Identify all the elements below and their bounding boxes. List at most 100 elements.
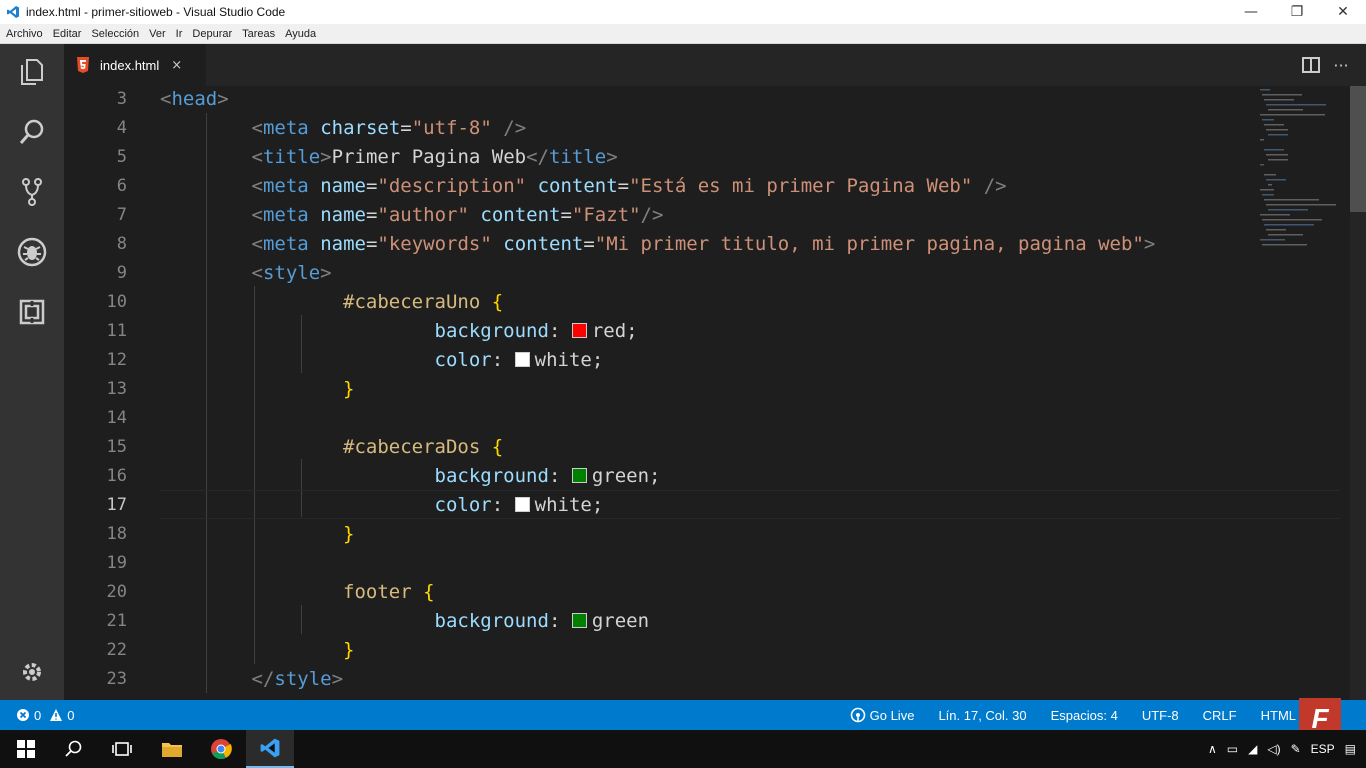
- code-text: <meta name="keywords" content="Mi primer…: [251, 232, 1156, 255]
- code-line[interactable]: 4 <meta charset="utf-8" />: [64, 113, 1254, 142]
- code-text: color: white;: [434, 348, 604, 371]
- status-right: Go Live Lín. 17, Col. 30 Espacios: 4 UTF…: [826, 700, 1296, 730]
- tab-label: index.html: [100, 57, 160, 73]
- code-line[interactable]: 6 <meta name="description" content="Está…: [64, 171, 1254, 200]
- more-actions-icon[interactable]: ···: [1326, 50, 1356, 80]
- scrollbar-thumb[interactable]: [1350, 86, 1366, 212]
- menu-editar[interactable]: Editar: [53, 28, 82, 40]
- minimap-line: [1264, 174, 1276, 176]
- debug-icon[interactable]: [14, 234, 50, 270]
- code-line[interactable]: 7 <meta name="author" content="Fazt"/>: [64, 200, 1254, 229]
- taskbar-search-icon[interactable]: [50, 730, 98, 768]
- notifications-icon[interactable]: ▤: [1345, 742, 1356, 756]
- minimap-line: [1266, 129, 1288, 131]
- menu-ir[interactable]: Ir: [176, 28, 183, 40]
- line-number: 5: [116, 146, 127, 167]
- minimap-line: [1268, 109, 1303, 111]
- code-line[interactable]: 11 background: red;: [64, 316, 1254, 345]
- line-number: 17: [106, 494, 127, 515]
- extensions-icon[interactable]: [14, 294, 50, 330]
- minimap-line: [1260, 164, 1264, 166]
- line-number: 16: [106, 465, 127, 486]
- code-line[interactable]: 23 </style>: [64, 664, 1254, 693]
- code-line[interactable]: 16 background: green;: [64, 461, 1254, 490]
- indentation[interactable]: Espacios: 4: [1051, 708, 1118, 723]
- code-text: footer {: [343, 580, 435, 603]
- title-bar: index.html - primer-sitioweb - Visual St…: [0, 0, 1366, 24]
- menu-ayuda[interactable]: Ayuda: [285, 28, 316, 40]
- tray-pen-icon[interactable]: ✎: [1291, 742, 1301, 756]
- minimize-button[interactable]: —: [1228, 0, 1274, 24]
- menu-tareas[interactable]: Tareas: [242, 28, 275, 40]
- gear-icon[interactable]: [14, 654, 50, 690]
- line-ending[interactable]: CRLF: [1203, 708, 1237, 723]
- line-number: 12: [106, 349, 127, 370]
- code-line[interactable]: 21 background: green: [64, 606, 1254, 635]
- tray-wifi-icon[interactable]: ◢: [1248, 742, 1257, 756]
- code-line[interactable]: 5 <title>Primer Pagina Web</title>: [64, 142, 1254, 171]
- encoding[interactable]: UTF-8: [1142, 708, 1179, 723]
- cursor-position[interactable]: Lín. 17, Col. 30: [938, 708, 1026, 723]
- line-number: 18: [106, 523, 127, 544]
- menu-ver[interactable]: Ver: [149, 28, 166, 40]
- vscode-taskbar-icon[interactable]: [246, 730, 294, 768]
- explorer-icon[interactable]: [14, 54, 50, 90]
- language-mode[interactable]: HTML: [1261, 708, 1296, 723]
- minimap-line: [1264, 149, 1284, 151]
- code-line[interactable]: 14: [64, 403, 1254, 432]
- maximize-button[interactable]: ❐: [1274, 0, 1320, 24]
- tray-volume-icon[interactable]: ◁): [1267, 742, 1280, 756]
- code-line[interactable]: 13 }: [64, 374, 1254, 403]
- tray-chevron-icon[interactable]: ∧: [1208, 742, 1217, 756]
- line-number: 19: [106, 552, 127, 573]
- code-text: <meta name="author" content="Fazt"/>: [251, 203, 664, 226]
- line-number: 20: [106, 581, 127, 602]
- source-control-icon[interactable]: [14, 174, 50, 210]
- chrome-icon[interactable]: [197, 730, 245, 768]
- warning-count: 0: [67, 707, 75, 723]
- minimap-line: [1262, 244, 1307, 246]
- code-line[interactable]: 10 #cabeceraUno {: [64, 287, 1254, 316]
- code-line[interactable]: 12 color: white;: [64, 345, 1254, 374]
- minimap[interactable]: [1255, 86, 1350, 266]
- code-line[interactable]: 22 }: [64, 635, 1254, 664]
- code-line[interactable]: 24</head>: [64, 693, 1254, 701]
- menu-archivo[interactable]: Archivo: [6, 28, 43, 40]
- line-number: 10: [106, 291, 127, 312]
- code-line[interactable]: 3 <head>: [64, 86, 1254, 113]
- code-line[interactable]: 8 <meta name="keywords" content="Mi prim…: [64, 229, 1254, 258]
- go-live-button[interactable]: Go Live: [850, 707, 914, 723]
- task-view-icon[interactable]: [98, 730, 146, 768]
- minimap-line: [1268, 159, 1288, 161]
- line-number: 3: [116, 88, 127, 109]
- menu-depurar[interactable]: Depurar: [192, 28, 232, 40]
- code-line[interactable]: 17 color: white;: [64, 490, 1254, 519]
- minimap-line: [1266, 104, 1326, 106]
- html5-file-icon: [77, 57, 89, 73]
- tab-index-html[interactable]: index.html ×: [64, 44, 206, 86]
- menu-seleccion[interactable]: Selección: [91, 28, 139, 40]
- system-tray: ∧ ▭ ◢ ◁) ✎ ESP ▤: [1198, 730, 1356, 768]
- line-number: 4: [116, 117, 127, 138]
- code-line[interactable]: 20 footer {: [64, 577, 1254, 606]
- search-icon[interactable]: [14, 114, 50, 150]
- code-text: <meta charset="utf-8" />: [251, 116, 527, 139]
- close-window-button[interactable]: ✕: [1320, 0, 1366, 24]
- windows-start-icon[interactable]: [2, 730, 50, 768]
- split-editor-icon[interactable]: [1296, 50, 1326, 80]
- tray-language[interactable]: ESP: [1311, 742, 1335, 756]
- warning-icon: [50, 709, 63, 721]
- code-text: #cabeceraDos {: [343, 435, 504, 458]
- code-line[interactable]: 9 <style>: [64, 258, 1254, 287]
- code-line[interactable]: 15 #cabeceraDos {: [64, 432, 1254, 461]
- code-line[interactable]: 19: [64, 548, 1254, 577]
- file-explorer-icon[interactable]: [148, 730, 196, 768]
- problems-indicator[interactable]: 0 0: [16, 700, 74, 730]
- minimap-line: [1266, 229, 1286, 231]
- close-tab-icon[interactable]: ×: [171, 58, 182, 73]
- tray-network-icon[interactable]: ▭: [1227, 742, 1238, 756]
- code-editor[interactable]: 3 <head> 4 <meta charset="utf-8" /> 5 <titl…: [64, 86, 1366, 700]
- minimap-line: [1262, 119, 1274, 121]
- minimap-line: [1268, 184, 1272, 186]
- code-line[interactable]: 18 }: [64, 519, 1254, 548]
